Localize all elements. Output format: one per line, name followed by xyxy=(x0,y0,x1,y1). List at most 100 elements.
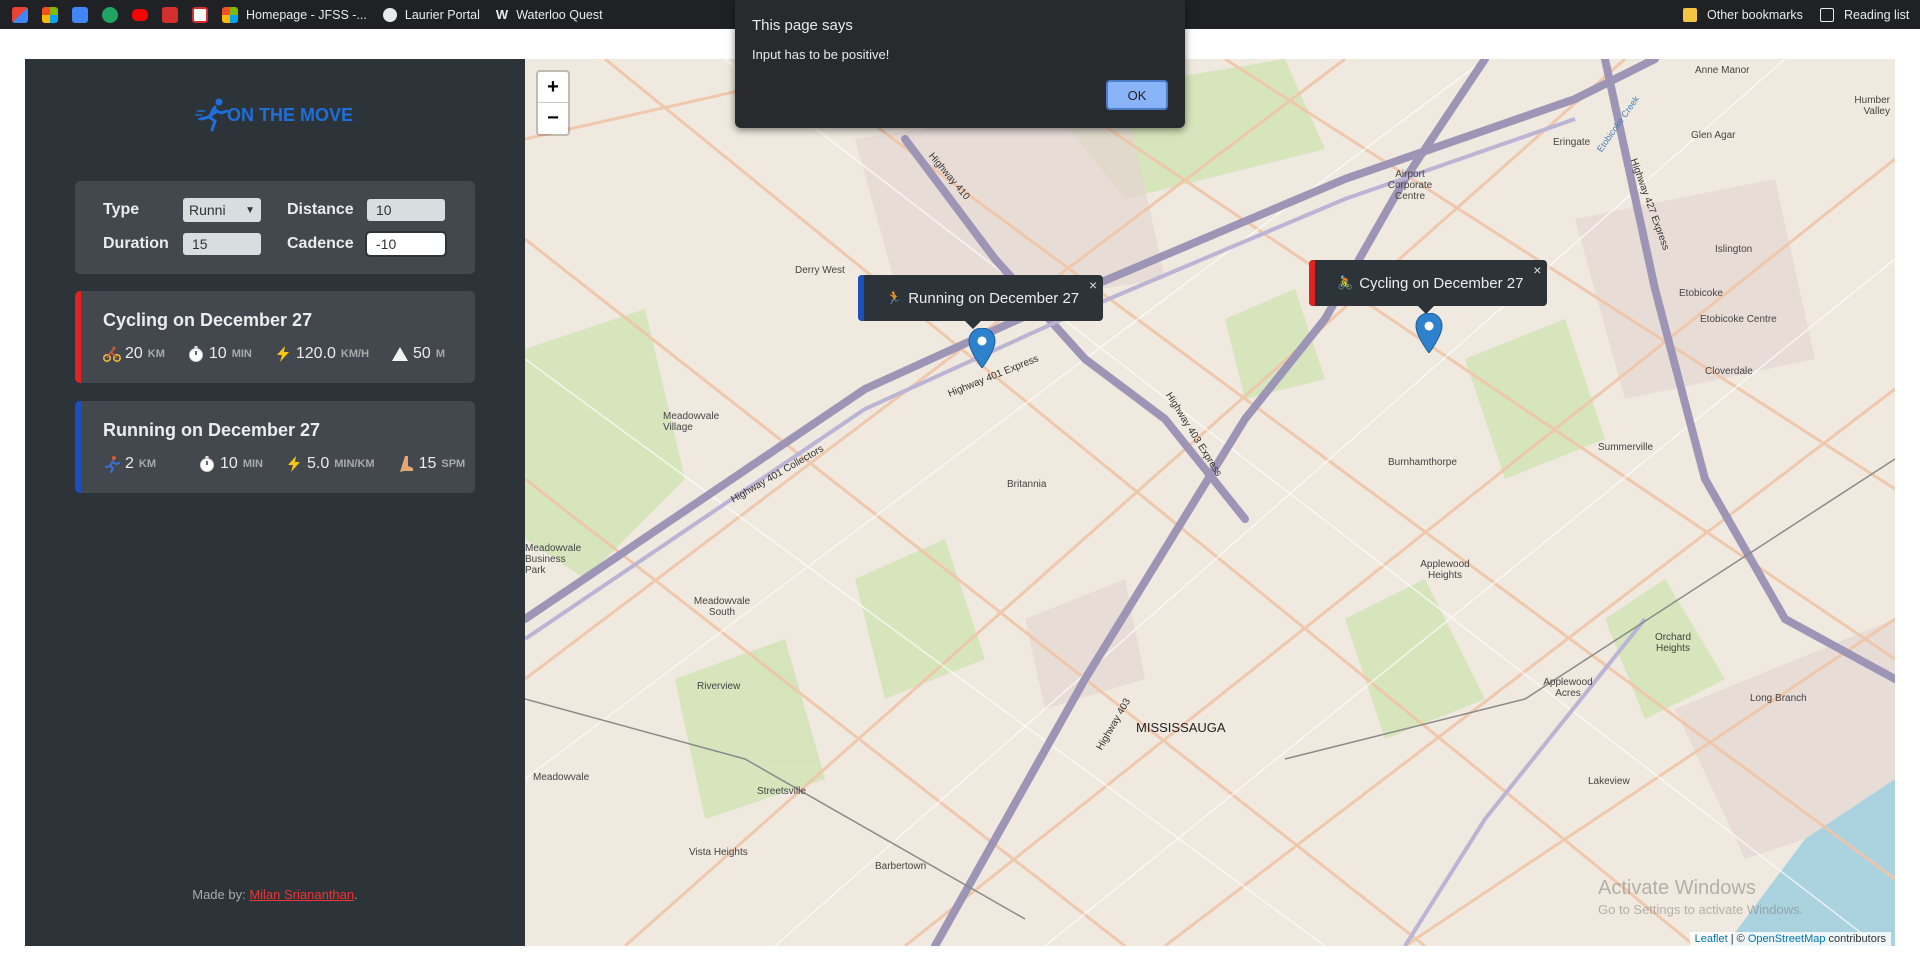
bookmark-calendar[interactable] xyxy=(192,6,208,23)
bookmark-waterloo-quest[interactable]: W Waterloo Quest xyxy=(496,7,603,22)
workout-distance: 20 KM xyxy=(103,345,165,363)
duration-input[interactable] xyxy=(183,233,261,255)
close-icon[interactable]: × xyxy=(1533,262,1541,278)
map-label: Islington xyxy=(1715,244,1753,255)
map-marker-running[interactable] xyxy=(968,328,996,368)
attribution-separator: | © xyxy=(1727,933,1748,945)
workout-unit: MIN xyxy=(242,458,263,470)
type-select[interactable]: Runni ▼ xyxy=(183,198,261,222)
author-link[interactable]: Milan Sriananthan xyxy=(249,887,354,902)
bookmark-other[interactable]: Other bookmarks xyxy=(1683,0,1803,29)
workout-elevation: 50 M xyxy=(391,345,445,363)
popup-color-bar xyxy=(858,275,864,321)
globe-icon xyxy=(382,7,397,22)
map-label: Glen Agar xyxy=(1691,130,1736,141)
osm-link[interactable]: OpenStreetMap xyxy=(1748,933,1826,945)
bookmark-microsoft[interactable] xyxy=(42,6,58,23)
footer-credit: Made by: Milan Sriananthan. xyxy=(25,887,525,902)
bookmark-laurier-portal[interactable]: Laurier Portal xyxy=(382,7,480,22)
bookmark-youtube[interactable] xyxy=(132,8,148,21)
leaflet-link[interactable]: Leaflet xyxy=(1695,933,1728,945)
alert-message: Input has to be positive! xyxy=(752,47,890,62)
workout-unit: MIN/KM xyxy=(334,458,375,470)
sidebar: ON THE MOVE Type Runni ▼ Distance Durati… xyxy=(25,59,525,946)
map-label: Barbertown xyxy=(875,861,927,872)
w-icon: W xyxy=(495,7,509,22)
map-label: Vista Heights xyxy=(689,847,748,858)
bookmark-homepage-jfss[interactable]: Homepage - JFSS -... xyxy=(222,6,367,23)
activate-windows-subtitle: Go to Settings to activate Windows. xyxy=(1598,902,1804,917)
duration-label: Duration xyxy=(103,235,169,252)
foot-icon xyxy=(397,455,415,473)
workout-cadence: 15 SPM xyxy=(397,455,465,473)
map[interactable]: MISSISSAUGA Britannia Burnhamthorpe Appl… xyxy=(525,59,1895,946)
workout-item-running[interactable]: Running on December 27 2 KM 10 MIN 5.0 M… xyxy=(75,401,475,493)
workout-value: 5.0 xyxy=(306,455,330,472)
cadence-label: Cadence xyxy=(287,235,354,252)
bookmark-mcgraw[interactable] xyxy=(162,6,178,23)
map-label: Burnhamthorpe xyxy=(1388,457,1457,468)
map-label: Meadowvale Village xyxy=(663,411,720,433)
workout-unit: KM/H xyxy=(340,348,370,360)
chevron-down-icon: ▼ xyxy=(245,204,255,216)
popup-label: Cycling on December 27 xyxy=(1359,274,1524,292)
runner-icon: 🏃 xyxy=(886,290,903,305)
app-logo-text: ON THE MOVE xyxy=(227,104,354,125)
workout-unit: M xyxy=(435,348,445,360)
workout-duration: 10 MIN xyxy=(187,345,252,363)
workout-value: 15 xyxy=(418,455,437,472)
credit-prefix: Made by: xyxy=(192,887,250,902)
workout-item-cycling[interactable]: Cycling on December 27 20 KM 10 MIN 120.… xyxy=(75,291,475,383)
microsoft-icon xyxy=(222,6,238,23)
zoom-out-button[interactable]: − xyxy=(538,102,568,133)
close-icon[interactable]: × xyxy=(1089,277,1097,293)
workout-value: 20 xyxy=(125,345,143,362)
map-label: Long Branch xyxy=(1750,693,1807,704)
ok-button[interactable]: OK xyxy=(1106,80,1168,110)
bookmark-label: Laurier Portal xyxy=(404,7,480,22)
lightning-icon xyxy=(274,345,292,363)
workout-title: Running on December 27 xyxy=(103,420,321,440)
popup-label: Running on December 27 xyxy=(908,289,1080,307)
bike-icon xyxy=(103,345,121,363)
workout-value: 10 xyxy=(220,455,238,472)
workout-unit: KM xyxy=(138,458,157,470)
bookmark-docs[interactable] xyxy=(72,6,88,23)
workout-details: 2 KM 10 MIN 5.0 MIN/KM 15 SPM xyxy=(103,455,475,473)
workout-color-bar xyxy=(75,401,81,493)
docs-icon xyxy=(72,6,88,23)
map-label: Meadowvale South xyxy=(693,596,751,618)
workout-unit: KM xyxy=(147,348,165,360)
gmail-icon xyxy=(12,6,28,23)
map-popup-cycling[interactable]: 🚴 Cycling on December 27 × xyxy=(1309,260,1548,314)
bookmark-reading-list[interactable]: Reading list xyxy=(1820,0,1909,29)
distance-input[interactable] xyxy=(367,199,445,221)
map-attribution: Leaflet | © OpenStreetMap contributors xyxy=(1689,932,1891,946)
map-popup-running[interactable]: 🏃 Running on December 27 × xyxy=(858,275,1104,329)
stopwatch-icon xyxy=(187,345,205,363)
cadence-input[interactable] xyxy=(365,231,447,257)
bookmark-label: Homepage - JFSS -... xyxy=(246,7,367,22)
map-label: Streetsville xyxy=(757,786,806,797)
runner-icon xyxy=(103,455,121,473)
map-marker-cycling[interactable] xyxy=(1415,313,1443,353)
map-label: Etobicoke xyxy=(1679,288,1723,299)
map-label: Meadowvale xyxy=(533,772,590,783)
bookmark-gmail[interactable] xyxy=(12,6,28,23)
map-label: Applewood Heights xyxy=(1420,559,1470,581)
workout-speed: 120.0 KM/H xyxy=(274,345,369,363)
activate-windows-title: Activate Windows xyxy=(1598,877,1756,899)
map-label: Anne Manor xyxy=(1695,65,1750,76)
bookmark-shield[interactable] xyxy=(102,6,118,23)
credit-suffix: . xyxy=(354,887,358,902)
workout-color-bar xyxy=(75,291,81,383)
map-label: Meadowvale Business Park xyxy=(525,543,582,576)
microsoft-icon xyxy=(42,6,58,23)
runner-logo-icon xyxy=(195,98,229,132)
workout-duration: 10 MIN xyxy=(198,455,263,473)
workout-value: 10 xyxy=(208,345,227,362)
map-label: Cloverdale xyxy=(1705,366,1753,377)
mountain-icon xyxy=(391,345,409,363)
map-label: Eringate xyxy=(1553,137,1591,148)
zoom-in-button[interactable]: + xyxy=(538,72,568,102)
